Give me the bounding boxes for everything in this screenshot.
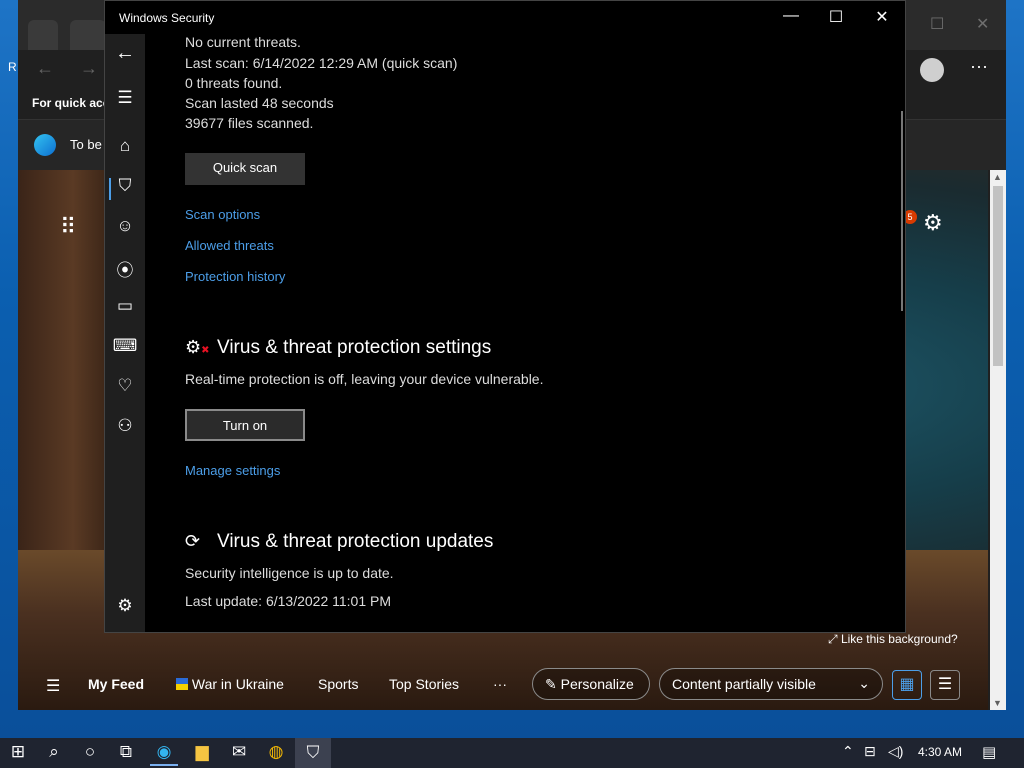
personalize-button[interactable]: ✎ Personalize: [532, 668, 650, 700]
navigation-sidebar: ← ☰ ⌂ ⛉ ☺ ⦿ ▭ ⌨ ♡ ⚇ ⚙: [105, 34, 145, 632]
back-icon[interactable]: ←: [105, 42, 145, 65]
edge-close-icon[interactable]: ✕: [976, 14, 989, 34]
family-options-icon[interactable]: ⚇: [105, 416, 145, 436]
forward-arrow-icon[interactable]: →: [80, 58, 98, 79]
realtime-protection-warning: Real-time protection is off, leaving you…: [185, 371, 544, 387]
cortana-icon[interactable]: ○: [72, 742, 108, 762]
edge-tab-actions-icon[interactable]: [28, 20, 58, 50]
mail-icon[interactable]: ✉: [221, 742, 257, 762]
settings-warning-icon: ⚙✖: [185, 337, 210, 357]
chevron-down-icon: ⌄: [858, 675, 870, 691]
file-explorer-icon[interactable]: ▆: [184, 742, 220, 762]
settings-gear-icon[interactable]: ⚙: [105, 596, 145, 616]
device-health-icon[interactable]: ♡: [105, 376, 145, 396]
quick-scan-button[interactable]: Quick scan: [185, 153, 305, 185]
top-stories-tab[interactable]: Top Stories: [389, 676, 459, 692]
allowed-threats-link[interactable]: Allowed threats: [185, 238, 274, 253]
expand-icon: ⤢: [828, 632, 841, 646]
list-layout-button[interactable]: ☰: [930, 670, 960, 700]
scan-duration-text: Scan lasted 48 seconds: [185, 95, 334, 111]
more-options-icon[interactable]: ···: [970, 56, 988, 77]
updates-heading: Virus & threat protection updates: [217, 531, 494, 552]
scan-options-link[interactable]: Scan options: [185, 207, 260, 222]
show-hidden-icons-chevron[interactable]: ⌃: [842, 743, 854, 760]
app-browser-control-icon[interactable]: ▭: [105, 296, 145, 316]
content-visibility-label: Content partially visible: [672, 676, 816, 692]
desktop-label: R: [8, 60, 17, 74]
maximize-button[interactable]: ☐: [813, 7, 859, 27]
info-text: To be: [70, 137, 102, 152]
hamburger-menu-icon[interactable]: ☰: [105, 88, 145, 108]
last-update-text: Last update: 6/13/2022 11:01 PM: [185, 593, 392, 609]
network-icon[interactable]: ⊟: [864, 743, 876, 760]
ukraine-flag-icon: [176, 678, 188, 690]
manage-settings-link[interactable]: Manage settings: [185, 463, 280, 478]
scroll-up-arrow[interactable]: ▲: [993, 172, 1002, 182]
desktop: R ☐ ✕ ← → ··· For quick acc To be ⠿ 5 ⚙: [0, 0, 1024, 738]
profile-avatar[interactable]: [920, 58, 944, 82]
personalize-label: Personalize: [560, 676, 634, 692]
account-protection-icon[interactable]: ☺: [105, 216, 145, 236]
home-icon[interactable]: ⌂: [105, 136, 145, 156]
settings-heading: Virus & threat protection settings: [217, 337, 492, 358]
like-background-link[interactable]: ⤢ Like this background?: [828, 632, 958, 647]
search-icon[interactable]: ⌕: [36, 742, 72, 762]
like-background-label: Like this background?: [840, 632, 958, 646]
device-security-icon[interactable]: ⌨: [105, 336, 145, 356]
shield-icon[interactable]: ⛉: [105, 176, 145, 200]
volume-icon[interactable]: ◁): [888, 743, 903, 760]
firewall-network-icon[interactable]: ⦿: [105, 256, 145, 281]
more-tabs-icon[interactable]: ···: [493, 676, 507, 692]
clock-time[interactable]: 4:30 AM: [918, 745, 962, 759]
war-in-ukraine-label: War in Ukraine: [191, 676, 284, 692]
edge-scrollbar[interactable]: ▲ ▼: [990, 170, 1006, 710]
update-refresh-icon: ⟳: [185, 531, 201, 551]
close-button[interactable]: ✕: [859, 7, 905, 27]
main-content: No current threats. Last scan: 6/14/2022…: [185, 34, 885, 632]
edge-maximize-icon[interactable]: ☐: [930, 14, 944, 34]
sports-tab[interactable]: Sports: [318, 676, 358, 692]
apps-grid-icon[interactable]: ⠿: [60, 214, 76, 240]
threat-status: No current threats.: [185, 34, 301, 50]
start-windows-icon[interactable]: ⊞: [0, 742, 36, 762]
feed-menu-icon[interactable]: ☰: [46, 676, 60, 696]
taskbar: ⊞ ⌕ ○ ⧉ ◉ ▆ ✉ ◍ ⛉ ⌃ ⊟ ◁) 4:30 AM ▤: [0, 738, 1024, 768]
security-intelligence-status: Security intelligence is up to date.: [185, 565, 394, 581]
scroll-thumb[interactable]: [993, 186, 1003, 366]
minimize-button[interactable]: —: [768, 7, 814, 25]
protection-history-link[interactable]: Protection history: [185, 269, 285, 284]
chrome-icon[interactable]: ◍: [258, 742, 294, 762]
content-visibility-dropdown[interactable]: Content partially visible ⌄: [659, 668, 883, 700]
window-title: Windows Security: [119, 11, 215, 25]
task-view-icon[interactable]: ⧉: [108, 742, 144, 762]
feed-bar: ☰ My Feed War in Ukraine Sports Top Stor…: [18, 660, 988, 710]
my-feed-tab[interactable]: My Feed: [88, 676, 144, 692]
title-bar: Windows Security — ☐ ✕: [105, 1, 905, 34]
scroll-down-arrow[interactable]: ▼: [993, 698, 1002, 708]
pencil-icon: ✎: [545, 676, 561, 692]
windows-security-taskbar-icon[interactable]: ⛉: [295, 738, 331, 768]
threats-found-text: 0 threats found.: [185, 75, 283, 91]
edge-logo-icon: [34, 134, 56, 156]
page-settings-icon[interactable]: ⚙: [923, 210, 943, 236]
turn-on-button[interactable]: Turn on: [185, 409, 305, 441]
windows-security-window: Windows Security — ☐ ✕ ← ☰ ⌂ ⛉ ☺ ⦿ ▭ ⌨ ♡…: [104, 0, 906, 633]
edge-taskbar-icon[interactable]: ◉: [146, 742, 182, 766]
files-scanned-text: 39677 files scanned.: [185, 115, 314, 131]
back-arrow-icon[interactable]: ←: [36, 58, 54, 79]
edge-tab[interactable]: [70, 20, 106, 50]
grid-layout-button[interactable]: ▦: [892, 670, 922, 700]
favorites-bar-text: For quick acc: [32, 96, 110, 110]
last-scan-text: Last scan: 6/14/2022 12:29 AM (quick sca…: [185, 55, 458, 71]
action-center-icon[interactable]: ▤: [982, 743, 996, 761]
war-in-ukraine-tab[interactable]: War in Ukraine: [176, 676, 284, 692]
window-scrollbar[interactable]: [901, 111, 903, 311]
